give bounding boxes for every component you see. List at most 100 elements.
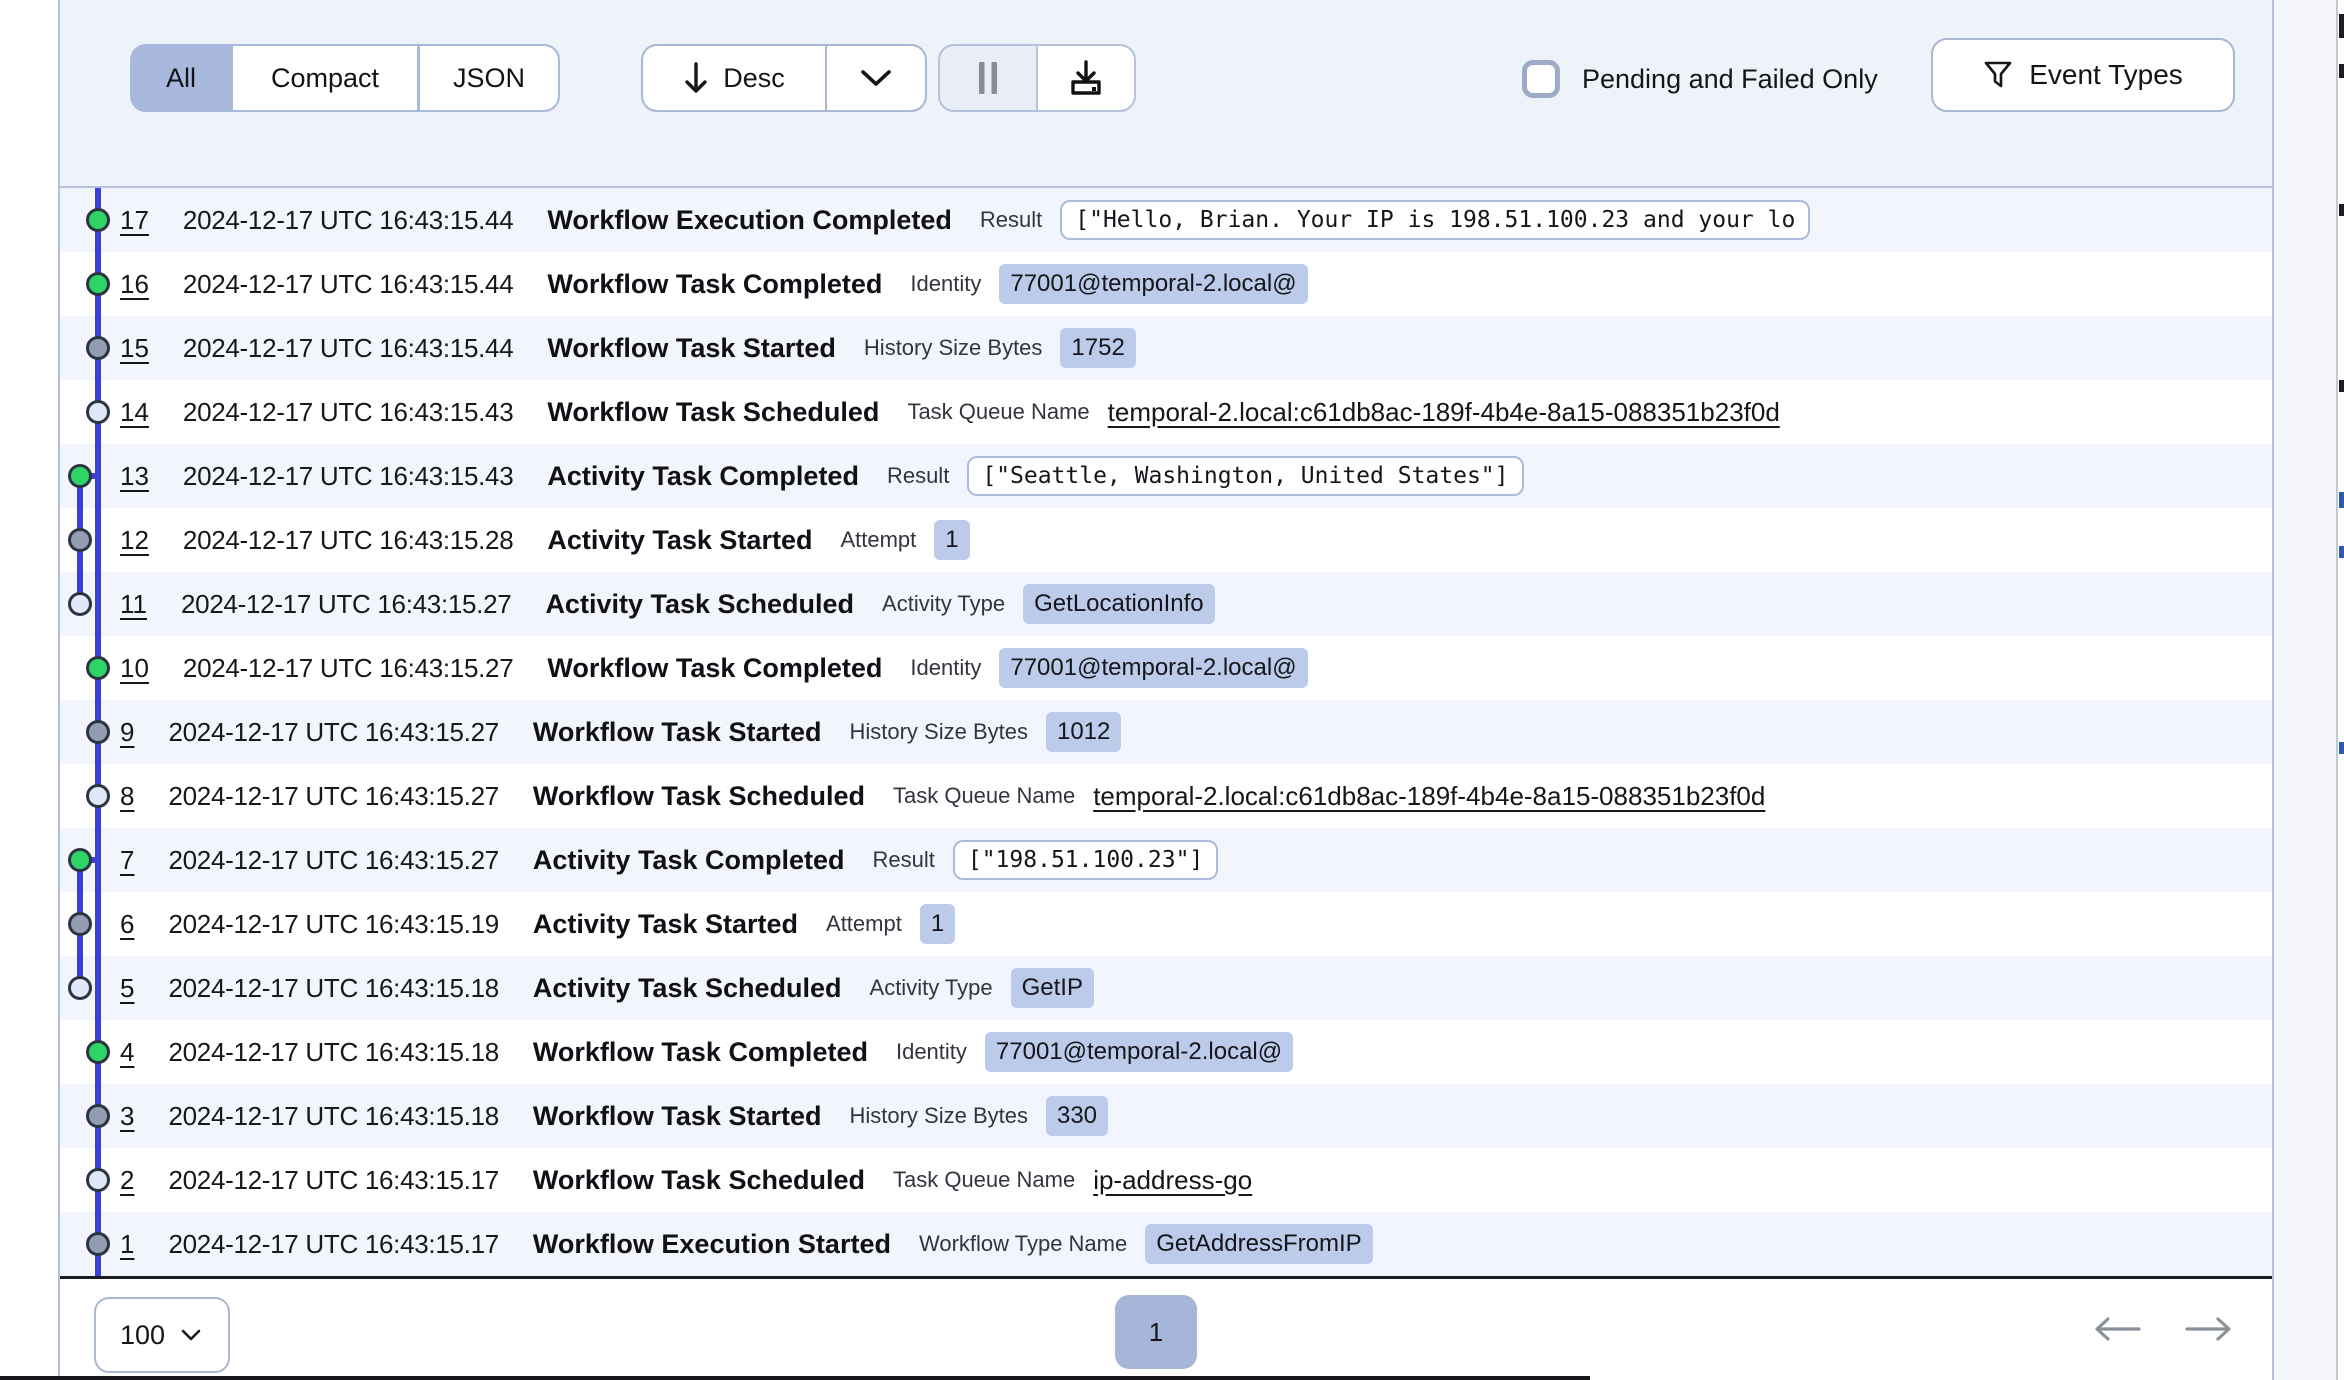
event-id-link[interactable]: 10 (120, 653, 149, 684)
event-row[interactable]: 15 2024-12-17 UTC 16:43:15.44 Workflow T… (60, 316, 2272, 380)
event-row[interactable]: 11 2024-12-17 UTC 16:43:15.27 Activity T… (60, 572, 2272, 636)
event-name: Workflow Task Completed (547, 269, 882, 300)
tab-compact[interactable]: Compact (233, 46, 417, 110)
event-id-link[interactable]: 3 (120, 1101, 134, 1132)
event-row[interactable]: 10 2024-12-17 UTC 16:43:15.27 Workflow T… (60, 636, 2272, 700)
download-history-button[interactable] (1038, 46, 1134, 110)
sort-order-label: Desc (723, 63, 785, 94)
event-attr-label: Identity (910, 271, 981, 297)
event-timestamp: 2024-12-17 UTC 16:43:15.27 (168, 781, 498, 812)
tab-all[interactable]: All (132, 46, 230, 110)
event-row[interactable]: 16 2024-12-17 UTC 16:43:15.44 Workflow T… (60, 252, 2272, 316)
event-attr-value: GetLocationInfo (1023, 584, 1214, 624)
pending-failed-only-toggle[interactable]: Pending and Failed Only (1522, 60, 1878, 98)
current-page-button[interactable]: 1 (1115, 1295, 1197, 1369)
event-types-filter-button[interactable]: Event Types (1931, 38, 2235, 112)
sort-desc-button[interactable]: Desc (643, 46, 825, 110)
event-status-dot (86, 1232, 110, 1256)
event-row[interactable]: 13 2024-12-17 UTC 16:43:15.43 Activity T… (60, 444, 2272, 508)
event-name: Activity Task Scheduled (545, 589, 854, 620)
event-id-link[interactable]: 15 (120, 333, 149, 364)
event-id-link[interactable]: 6 (120, 909, 134, 940)
event-id-link[interactable]: 17 (120, 205, 149, 236)
event-timestamp: 2024-12-17 UTC 16:43:15.44 (183, 205, 513, 236)
event-status-dot (86, 400, 110, 424)
event-attr-value[interactable]: temporal-2.local:c61db8ac-189f-4b4e-8a15… (1108, 397, 1780, 428)
event-id-link[interactable]: 4 (120, 1037, 134, 1068)
event-name: Workflow Task Completed (547, 653, 882, 684)
clipped-edge-fragment (2339, 14, 2344, 38)
event-row[interactable]: 4 2024-12-17 UTC 16:43:15.18 Workflow Ta… (60, 1020, 2272, 1084)
event-status-dot (86, 208, 110, 232)
event-status-dot (68, 976, 92, 1000)
pending-failed-label: Pending and Failed Only (1582, 64, 1878, 95)
arrow-down-icon (683, 61, 709, 95)
previous-page-arrow[interactable] (2094, 1317, 2142, 1341)
event-attr-value[interactable]: ip-address-go (1093, 1165, 1252, 1196)
event-attr-value: 330 (1046, 1096, 1108, 1136)
event-attr-label: Identity (910, 655, 981, 681)
event-row[interactable]: 1 2024-12-17 UTC 16:43:15.17 Workflow Ex… (60, 1212, 2272, 1276)
event-row[interactable]: 12 2024-12-17 UTC 16:43:15.28 Activity T… (60, 508, 2272, 572)
event-attr-label: Result (887, 463, 949, 489)
chevron-down-icon (860, 69, 892, 87)
event-row[interactable]: 5 2024-12-17 UTC 16:43:15.18 Activity Ta… (60, 956, 2272, 1020)
event-id-link[interactable]: 2 (120, 1165, 134, 1196)
event-row[interactable]: 6 2024-12-17 UTC 16:43:15.19 Activity Ta… (60, 892, 2272, 956)
event-attr-label: History Size Bytes (849, 719, 1028, 745)
next-page-arrow[interactable] (2184, 1317, 2232, 1341)
event-id-link[interactable]: 13 (120, 461, 149, 492)
event-attr-value: ["Seattle, Washington, United States"] (967, 456, 1523, 496)
pause-download-button-group (938, 44, 1136, 112)
event-attr-label: Attempt (840, 527, 916, 553)
event-status-dot (86, 720, 110, 744)
event-name: Activity Task Scheduled (533, 973, 842, 1004)
event-id-link[interactable]: 12 (120, 525, 149, 556)
event-attr-label: Task Queue Name (893, 1167, 1075, 1193)
clipped-edge-fragment (2339, 492, 2344, 508)
event-row[interactable]: 14 2024-12-17 UTC 16:43:15.43 Workflow T… (60, 380, 2272, 444)
pending-failed-checkbox[interactable] (1522, 60, 1560, 98)
event-timestamp: 2024-12-17 UTC 16:43:15.18 (168, 1037, 498, 1068)
event-row[interactable]: 7 2024-12-17 UTC 16:43:15.27 Activity Ta… (60, 828, 2272, 892)
event-attr-value: ["198.51.100.23"] (953, 840, 1218, 880)
pause-updates-button[interactable] (940, 46, 1036, 110)
tab-json[interactable]: JSON (420, 46, 558, 110)
event-row[interactable]: 3 2024-12-17 UTC 16:43:15.18 Workflow Ta… (60, 1084, 2272, 1148)
event-timestamp: 2024-12-17 UTC 16:43:15.18 (168, 973, 498, 1004)
event-id-link[interactable]: 14 (120, 397, 149, 428)
event-id-link[interactable]: 11 (120, 589, 147, 620)
event-row[interactable]: 9 2024-12-17 UTC 16:43:15.27 Workflow Ta… (60, 700, 2272, 764)
event-attr-value[interactable]: temporal-2.local:c61db8ac-189f-4b4e-8a15… (1093, 781, 1765, 812)
event-row[interactable]: 8 2024-12-17 UTC 16:43:15.27 Workflow Ta… (60, 764, 2272, 828)
clipped-edge-fragment (2339, 742, 2344, 754)
event-id-link[interactable]: 8 (120, 781, 134, 812)
event-name: Activity Task Completed (533, 845, 845, 876)
event-name: Workflow Task Started (533, 1101, 822, 1132)
page-size-select[interactable]: 100 (94, 1297, 230, 1373)
event-name: Activity Task Completed (547, 461, 859, 492)
event-timestamp: 2024-12-17 UTC 16:43:15.28 (183, 525, 513, 556)
page-size-value: 100 (120, 1320, 165, 1351)
event-attr-label: Activity Type (870, 975, 993, 1001)
event-timestamp: 2024-12-17 UTC 16:43:15.17 (168, 1165, 498, 1196)
event-rows: 17 2024-12-17 UTC 16:43:15.44 Workflow E… (60, 188, 2272, 1276)
event-attr-label: Task Queue Name (907, 399, 1089, 425)
event-id-link[interactable]: 5 (120, 973, 134, 1004)
clipped-edge-fragment (2339, 546, 2344, 558)
event-history-toolbar: All Compact JSON Desc (60, 0, 2272, 188)
event-status-dot (86, 1104, 110, 1128)
event-row[interactable]: 17 2024-12-17 UTC 16:43:15.44 Workflow E… (60, 188, 2272, 252)
event-attr-value: 77001@temporal-2.local@ (999, 648, 1307, 688)
event-id-link[interactable]: 9 (120, 717, 134, 748)
event-history-panel: All Compact JSON Desc (58, 0, 2274, 1380)
event-id-link[interactable]: 7 (120, 845, 134, 876)
event-name: Workflow Task Scheduled (533, 1165, 865, 1196)
event-id-link[interactable]: 16 (120, 269, 149, 300)
event-id-link[interactable]: 1 (120, 1229, 134, 1260)
event-row[interactable]: 2 2024-12-17 UTC 16:43:15.17 Workflow Ta… (60, 1148, 2272, 1212)
sort-order-menu-button[interactable] (827, 46, 925, 110)
page-background-strip (2274, 0, 2336, 1380)
filter-funnel-icon (1983, 60, 2013, 90)
event-status-dot (86, 784, 110, 808)
